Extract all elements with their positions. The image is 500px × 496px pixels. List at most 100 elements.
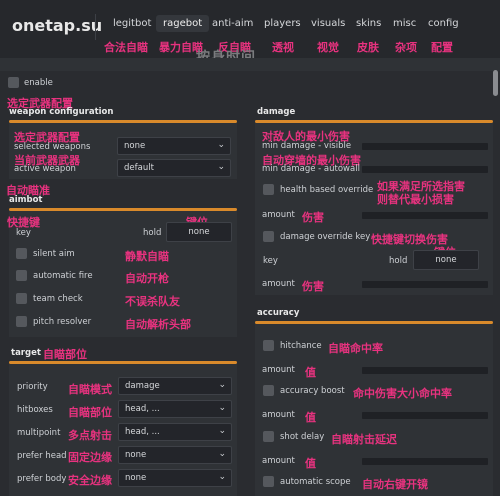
pitch-resolver-checkbox[interactable] xyxy=(16,316,27,327)
prefer-body-value: none xyxy=(125,473,147,483)
prefer-body-dropdown[interactable]: none ⌄ xyxy=(118,469,232,487)
damage-amount-slider[interactable] xyxy=(362,212,488,219)
tab-legitbot[interactable]: legitbot xyxy=(113,18,151,29)
min-damage-autowall-label: min damage - autowall xyxy=(262,164,360,174)
health-override-annotation-2: 则替代最小损害 xyxy=(377,193,454,206)
boost-amount-slider[interactable] xyxy=(362,412,488,419)
pitch-resolver-label: pitch resolver xyxy=(33,317,92,327)
hitchance-annotation: 自瞄命中率 xyxy=(328,342,383,355)
hitboxes-value: head, ... xyxy=(125,404,160,414)
selected-weapons-value: none xyxy=(124,141,146,151)
hitchance-checkbox[interactable] xyxy=(263,340,274,351)
min-damage-visible-slider[interactable] xyxy=(362,143,488,150)
tab-misc[interactable]: misc xyxy=(393,18,416,29)
hitboxes-label: hitboxes xyxy=(17,405,53,415)
hitchance-amount-label: amount xyxy=(262,365,295,375)
chevron-down-icon: ⌄ xyxy=(217,162,225,172)
tab-visuals[interactable]: visuals xyxy=(311,18,345,29)
shot-delay-amount-annotation: 值 xyxy=(305,457,316,470)
tab-players-annotation: 透视 xyxy=(272,41,294,54)
hitchance-amount-annotation: 值 xyxy=(305,366,316,379)
boost-amount-label: amount xyxy=(262,410,295,420)
priority-annotation: 自瞄模式 xyxy=(68,383,112,396)
damage-override-key-label: damage override key xyxy=(280,232,371,242)
team-check-annotation: 不误杀队友 xyxy=(125,295,180,308)
accuracy-boost-checkbox[interactable] xyxy=(263,385,274,396)
tab-ragebot[interactable]: ragebot xyxy=(156,15,210,32)
team-check-label: team check xyxy=(33,294,83,304)
chevron-down-icon: ⌄ xyxy=(218,426,226,436)
damage-keybind-value: none xyxy=(435,255,457,265)
damage-hold-label[interactable]: hold xyxy=(389,256,407,266)
hitboxes-annotation: 自瞄部位 xyxy=(68,406,112,419)
health-override-checkbox[interactable] xyxy=(263,184,274,195)
chevron-down-icon: ⌄ xyxy=(218,472,226,482)
tab-config-annotation: 配置 xyxy=(431,41,453,54)
aimbot-key-label: key xyxy=(16,228,31,238)
automatic-scope-checkbox[interactable] xyxy=(263,476,274,487)
automatic-fire-label: automatic fire xyxy=(33,271,93,281)
chevron-down-icon: ⌄ xyxy=(217,140,225,150)
enable-label: enable xyxy=(24,78,53,88)
target-annotation: 自瞄部位 xyxy=(43,348,87,361)
tab-config[interactable]: config xyxy=(428,18,459,29)
silent-aim-checkbox[interactable] xyxy=(16,248,27,259)
tab-anti-aim[interactable]: anti-aim xyxy=(212,18,253,29)
shot-delay-annotation: 自瞄射击延迟 xyxy=(331,433,397,446)
damage-keybind[interactable]: none xyxy=(413,250,479,270)
accuracy-boost-annotation: 命中伤害大小命中率 xyxy=(353,387,452,400)
aimbot-keybind[interactable]: none xyxy=(166,222,232,242)
boost-amount-annotation: 值 xyxy=(305,411,316,424)
multipoint-dropdown[interactable]: head, ... ⌄ xyxy=(118,423,232,441)
active-weapon-dropdown[interactable]: default ⌄ xyxy=(117,159,231,177)
automatic-fire-checkbox[interactable] xyxy=(16,270,27,281)
team-check-checkbox[interactable] xyxy=(16,293,27,304)
prefer-body-label: prefer body xyxy=(17,474,67,484)
tab-players[interactable]: players xyxy=(264,18,301,29)
prefer-head-label: prefer head xyxy=(17,451,67,461)
selected-weapons-label: selected weapons xyxy=(14,142,91,152)
shot-delay-label: shot delay xyxy=(280,432,325,442)
tab-legitbot-annotation: 合法自瞄 xyxy=(104,41,148,54)
accuracy-boost-label: accuracy boost xyxy=(280,386,345,396)
hitboxes-dropdown[interactable]: head, ... ⌄ xyxy=(118,400,232,418)
shot-delay-amount-slider[interactable] xyxy=(362,458,488,465)
chevron-down-icon: ⌄ xyxy=(218,380,226,390)
shot-delay-checkbox[interactable] xyxy=(263,431,274,442)
content-topbar xyxy=(0,58,500,71)
prefer-head-dropdown[interactable]: none ⌄ xyxy=(118,446,232,464)
selected-weapons-dropdown[interactable]: none ⌄ xyxy=(117,137,231,155)
aimbot-hold-label[interactable]: hold xyxy=(143,228,161,238)
shot-delay-amount-label: amount xyxy=(262,456,295,466)
damage-override-key-checkbox[interactable] xyxy=(263,231,274,242)
silent-aim-annotation: 静默自瞄 xyxy=(125,250,169,263)
scrollbar[interactable] xyxy=(493,70,498,96)
pitch-resolver-annotation: 自动解析头部 xyxy=(125,318,191,331)
chevron-down-icon: ⌄ xyxy=(218,449,226,459)
priority-value: damage xyxy=(125,381,160,391)
weapon-config-title: weapon configuration xyxy=(9,107,114,117)
priority-dropdown[interactable]: damage ⌄ xyxy=(118,377,232,395)
min-damage-autowall-slider[interactable] xyxy=(362,166,488,173)
damage-key-label: key xyxy=(263,256,278,266)
hitchance-label: hitchance xyxy=(280,341,322,351)
hitchance-amount-slider[interactable] xyxy=(362,367,488,374)
automatic-fire-annotation: 自动开枪 xyxy=(125,272,169,285)
multipoint-annotation: 多点射击 xyxy=(68,429,112,442)
prefer-head-annotation: 固定边缘 xyxy=(68,451,112,464)
accuracy-title: accuracy xyxy=(257,308,300,318)
multipoint-label: multipoint xyxy=(17,428,61,438)
active-weapon-value: default xyxy=(124,163,154,173)
damage-amount2-slider[interactable] xyxy=(362,281,488,288)
aimbot-keybind-value: none xyxy=(188,227,210,237)
tab-skins-annotation: 皮肤 xyxy=(357,41,379,54)
tab-skins[interactable]: skins xyxy=(356,18,381,29)
multipoint-value: head, ... xyxy=(125,427,160,437)
damage-amount-label: amount xyxy=(262,210,295,220)
tab-visuals-annotation: 视觉 xyxy=(317,41,339,54)
enable-checkbox[interactable] xyxy=(8,77,19,88)
damage-amount-annotation: 伤害 xyxy=(302,211,324,224)
damage-title: damage xyxy=(257,107,296,117)
aimbot-title: aimbot xyxy=(9,195,43,205)
min-damage-visible-label: min damage - visible xyxy=(262,141,352,151)
